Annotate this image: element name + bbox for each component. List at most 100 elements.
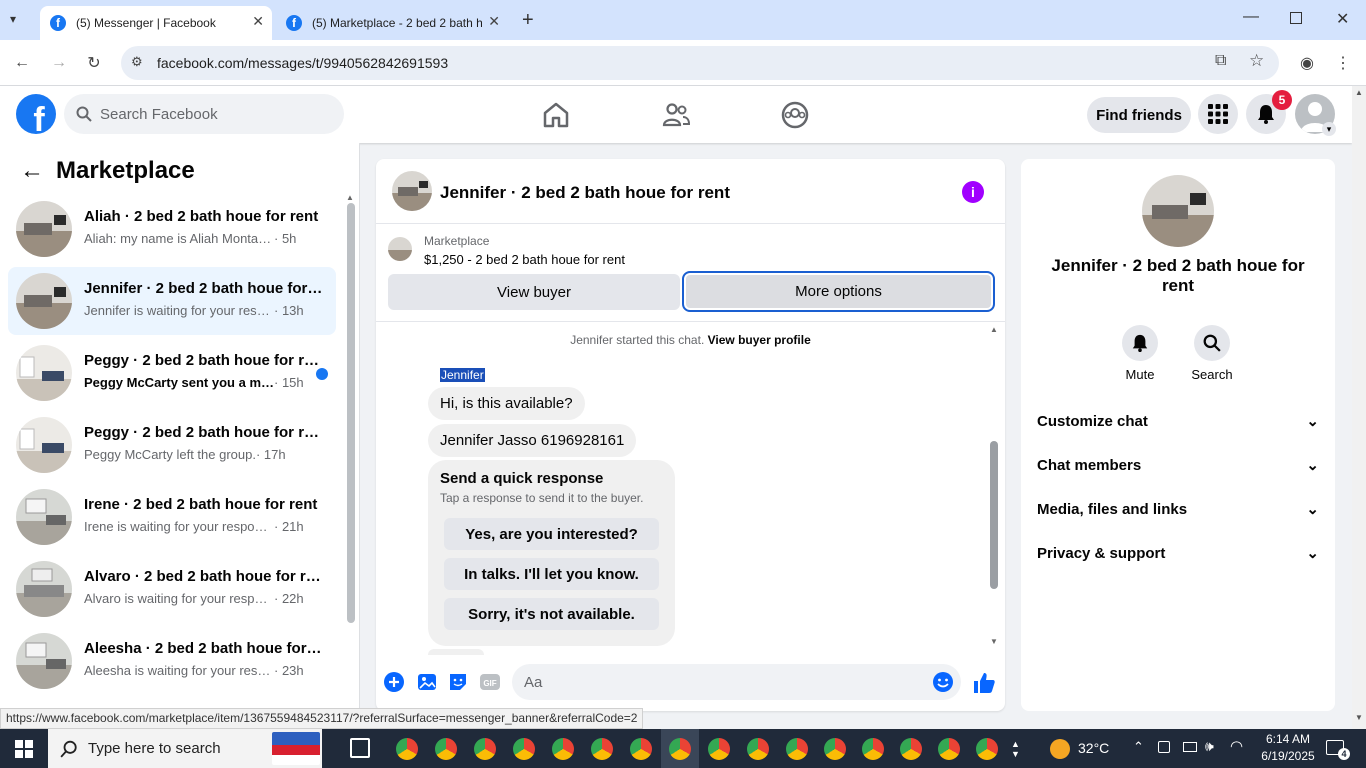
weather-icon[interactable]	[1050, 739, 1070, 759]
home-icon[interactable]	[541, 100, 571, 130]
site-info-icon[interactable]: ⚙	[131, 54, 143, 70]
tray-chevron-icon[interactable]: ⌃	[1133, 739, 1144, 755]
quick-response-button[interactable]: Yes, are you interested?	[444, 518, 659, 550]
listing-price-title[interactable]: $1,250 - 2 bed 2 bath houe for rent	[424, 252, 625, 267]
mute-action[interactable]: Mute	[1110, 325, 1170, 382]
chrome-app-icon[interactable]	[976, 738, 998, 760]
chat-scroll-up-icon[interactable]: ▲	[990, 325, 998, 334]
url-field[interactable]: ⚙ facebook.com/messages/t/99405628426915…	[121, 46, 1279, 80]
clock-date[interactable]: 6/19/2025	[1252, 749, 1324, 763]
chat-avatar[interactable]	[392, 171, 432, 211]
tab-marketplace[interactable]: f (5) Marketplace - 2 bed 2 bath houe fo…	[276, 6, 508, 40]
quick-response-button[interactable]: In talks. I'll let you know.	[444, 558, 659, 590]
taskbar-overflow-icon[interactable]: ▲ ▼	[1011, 739, 1020, 759]
battery-icon[interactable]	[1183, 742, 1197, 752]
chrome-app-icon[interactable]	[474, 738, 496, 760]
bookmark-star-icon[interactable]: ☆	[1249, 51, 1264, 71]
chrome-app-icon[interactable]	[900, 738, 922, 760]
listing-thumbnail[interactable]	[388, 237, 412, 261]
groups-icon[interactable]	[780, 100, 810, 130]
emoji-icon[interactable]	[932, 671, 954, 693]
chat-scroll-down-icon[interactable]: ▼	[990, 637, 998, 646]
chat-scrollbar[interactable]	[990, 441, 998, 589]
gif-icon[interactable]: GIF	[479, 671, 501, 693]
chrome-app-icon[interactable]	[591, 738, 613, 760]
restore-icon[interactable]	[1290, 12, 1302, 24]
facebook-search-input[interactable]: Search Facebook	[64, 94, 344, 134]
chrome-app-icon[interactable]	[786, 738, 808, 760]
conversation-item[interactable]: Peggy · 2 bed 2 bath houe for rent Peggy…	[8, 411, 336, 479]
chrome-app-icon[interactable]	[938, 738, 960, 760]
chrome-app-icon[interactable]	[552, 738, 574, 760]
browser-menu-icon[interactable]: ⋮	[1330, 50, 1356, 76]
chat-members-row[interactable]: Chat members ⌄	[1037, 456, 1319, 475]
friends-icon[interactable]	[661, 100, 691, 130]
tab-list-icon[interactable]: ▾	[10, 12, 16, 26]
thumbs-up-icon[interactable]	[972, 671, 996, 695]
facebook-logo-icon[interactable]: f	[16, 94, 56, 134]
menu-grid-button[interactable]	[1198, 94, 1238, 134]
conversation-item[interactable]: Alvaro · 2 bed 2 bath houe for rent Alva…	[8, 555, 336, 623]
conversation-item[interactable]: Aleesha · 2 bed 2 bath houe for rent Ale…	[8, 627, 336, 695]
sticker-icon[interactable]	[447, 671, 469, 693]
conversation-title: Peggy · 2 bed 2 bath houe for rent	[84, 424, 324, 441]
clock-time[interactable]: 6:14 AM	[1258, 732, 1318, 746]
taskbar-search-input[interactable]: Type here to search	[48, 729, 322, 768]
chrome-app-icon[interactable]	[513, 738, 535, 760]
back-icon[interactable]: ←	[9, 50, 35, 76]
new-tab-icon[interactable]: +	[522, 9, 534, 32]
temperature-label[interactable]: 32°C	[1078, 740, 1109, 756]
search-action[interactable]: Search	[1182, 325, 1242, 382]
minimize-icon[interactable]: —	[1243, 8, 1259, 26]
task-view-icon[interactable]	[350, 738, 370, 758]
profile-icon[interactable]: ◉	[1294, 50, 1320, 76]
account-chevron-icon[interactable]: ▾	[1322, 122, 1336, 136]
view-buyer-button[interactable]: View buyer	[388, 274, 680, 310]
page-scroll-up-icon[interactable]: ▲	[1355, 88, 1363, 97]
volume-icon[interactable]: 🕪	[1205, 738, 1214, 755]
windows-start-icon[interactable]	[15, 740, 33, 758]
chrome-app-icon[interactable]	[824, 738, 846, 760]
view-buyer-profile-link[interactable]: View buyer profile	[708, 333, 811, 347]
close-window-icon[interactable]: ✕	[1336, 9, 1349, 29]
chrome-app-icon[interactable]	[708, 738, 730, 760]
page-scroll-down-icon[interactable]: ▼	[1355, 713, 1363, 722]
conversation-item[interactable]: Jennifer · 2 bed 2 bath houe for rent Je…	[8, 267, 336, 335]
tab-messenger[interactable]: f (5) Messenger | Facebook ✕	[40, 6, 272, 40]
chat-title[interactable]: Jennifer · 2 bed 2 bath houe for rent	[440, 183, 730, 203]
meet-now-icon[interactable]	[1158, 741, 1170, 753]
chrome-app-icon[interactable]	[630, 738, 652, 760]
chrome-app-icon[interactable]	[435, 738, 457, 760]
photo-icon[interactable]	[416, 671, 438, 693]
listing-thumbnail	[16, 561, 72, 617]
page-scrollbar[interactable]: ▲ ▼	[1352, 86, 1366, 729]
sidebar-scroll-up-icon[interactable]: ▲	[346, 193, 354, 202]
find-friends-button[interactable]: Find friends	[1087, 97, 1191, 133]
more-options-button[interactable]: More options	[682, 271, 995, 312]
chrome-app-icon[interactable]	[862, 738, 884, 760]
back-arrow-icon[interactable]: ←	[20, 157, 44, 185]
message-input[interactable]: Aa	[512, 664, 961, 700]
message-bubble[interactable]: Hi, is this available?	[428, 387, 585, 420]
customize-chat-row[interactable]: Customize chat ⌄	[1037, 412, 1319, 431]
info-icon[interactable]: i	[962, 181, 984, 203]
chrome-app-icon[interactable]	[747, 738, 769, 760]
install-app-icon[interactable]: ⧉	[1215, 52, 1226, 70]
plus-circle-icon[interactable]	[383, 671, 405, 693]
conversation-item[interactable]: Peggy · 2 bed 2 bath houe for rent Peggy…	[8, 339, 336, 407]
media-files-links-row[interactable]: Media, files and links ⌄	[1037, 500, 1319, 519]
quick-response-button[interactable]: Sorry, it's not available.	[444, 598, 659, 630]
forward-icon[interactable]: →	[46, 50, 72, 76]
close-tab-icon[interactable]: ✕	[252, 13, 264, 30]
chrome-app-icon[interactable]	[396, 738, 418, 760]
conversation-item[interactable]: Irene · 2 bed 2 bath houe for rent Irene…	[8, 483, 336, 551]
conversation-preview: Peggy McCarty left the group.	[84, 447, 256, 462]
privacy-support-row[interactable]: Privacy & support ⌄	[1037, 544, 1319, 563]
wifi-icon[interactable]: ◠	[1230, 737, 1243, 755]
message-bubble[interactable]: Jennifer Jasso 6196928161	[428, 424, 637, 457]
reload-icon[interactable]: ↻	[81, 50, 107, 76]
chrome-app-icon[interactable]	[669, 738, 691, 760]
close-tab-icon[interactable]: ✕	[488, 13, 500, 30]
conversation-item[interactable]: Aliah · 2 bed 2 bath houe for rent Aliah…	[8, 195, 336, 263]
sidebar-scrollbar[interactable]	[347, 203, 355, 623]
